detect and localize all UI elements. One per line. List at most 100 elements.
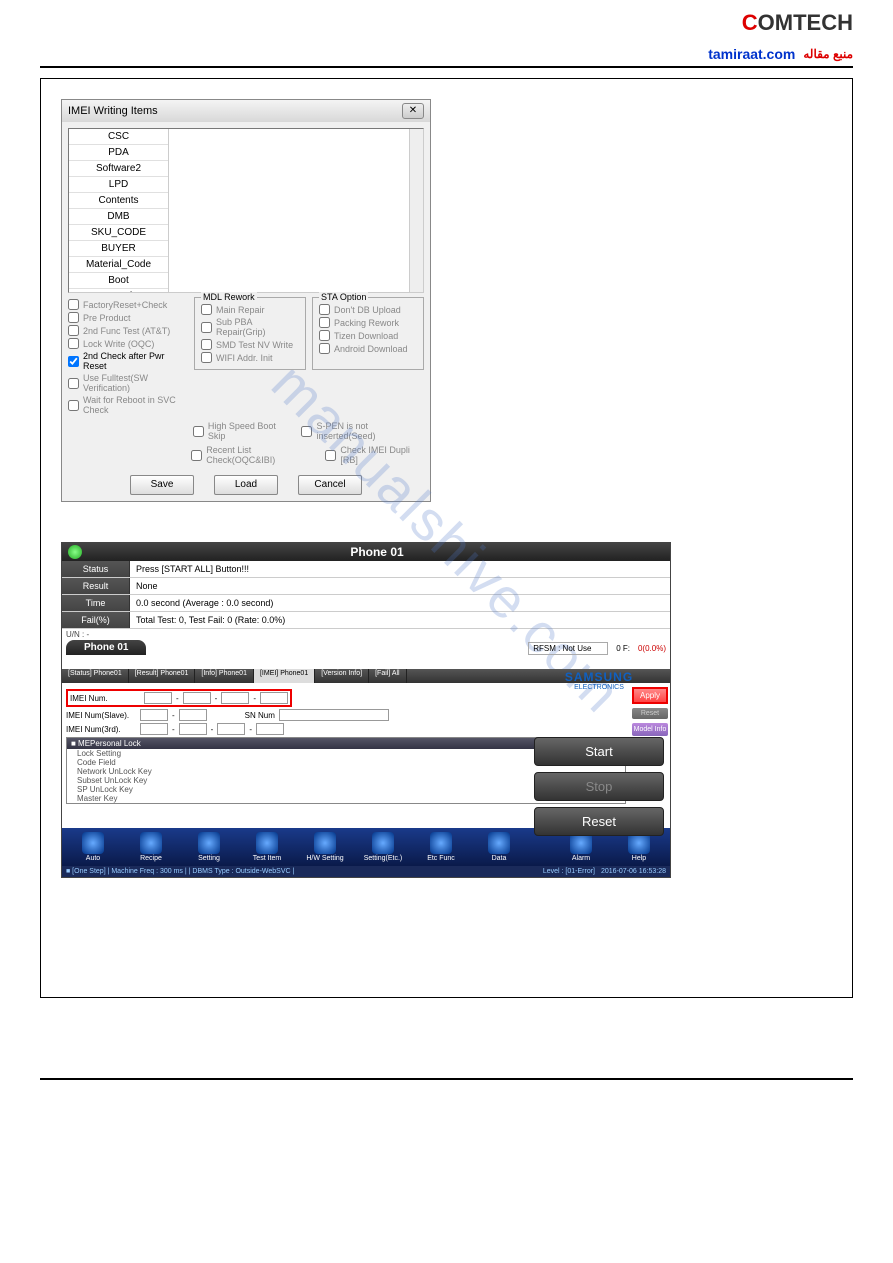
tool-button[interactable]: Setting — [182, 832, 236, 862]
sta-check[interactable] — [319, 330, 330, 341]
check-imei-dupli-label: Check IMEI Dupli [RB] — [340, 445, 424, 465]
subtab[interactable]: [Result] Phone01 — [129, 669, 196, 683]
list-item[interactable]: Material_Code — [69, 257, 168, 273]
list-item[interactable]: Boot — [69, 273, 168, 289]
phone-tool-window: Phone 01 StatusPress [START ALL] Button!… — [61, 542, 671, 878]
option-check[interactable] — [68, 338, 79, 349]
option-label: Lock Write (OQC) — [83, 339, 154, 349]
imei-input-2[interactable] — [183, 692, 211, 704]
info-value: Total Test: 0, Test Fail: 0 (Rate: 0.0%) — [130, 612, 670, 628]
list-item[interactable]: Contents — [69, 193, 168, 209]
check-imei-dupli-check[interactable] — [325, 450, 336, 461]
list-item[interactable]: SKU_CODE — [69, 225, 168, 241]
tool-button[interactable]: Help — [612, 832, 666, 862]
tool-label: Auto — [66, 855, 120, 862]
list-item[interactable]: LPD — [69, 177, 168, 193]
tool-button[interactable]: H/W Setting — [298, 832, 352, 862]
mdl-check[interactable] — [201, 304, 212, 315]
imei-3rd-4[interactable] — [256, 723, 284, 735]
spen-not-inserted-label: S-PEN is not inserted(Seed) — [316, 421, 424, 441]
tool-label: Alarm — [554, 855, 608, 862]
option-check[interactable] — [68, 325, 79, 336]
sn-input[interactable] — [279, 709, 389, 721]
list-item[interactable]: Software2 — [69, 161, 168, 177]
subtab[interactable]: [Info] Phone01 — [195, 669, 254, 683]
subtab[interactable]: [Version Info] — [315, 669, 369, 683]
info-label: Status — [62, 561, 130, 577]
tool-label: Data — [472, 855, 526, 862]
subtab[interactable]: [IMEI] Phone01 — [254, 669, 315, 683]
tool-button[interactable]: Data — [472, 832, 526, 862]
subtab[interactable]: [Fail] All — [369, 669, 407, 683]
tool-button[interactable]: Recipe — [124, 832, 178, 862]
scrollbar[interactable] — [409, 129, 423, 292]
close-button[interactable]: ✕ — [402, 103, 424, 119]
samsung-logo: SAMSUNG — [534, 670, 664, 684]
phone-tab[interactable]: Phone 01 — [66, 640, 146, 655]
status-time: 2016-07-06 16:53:28 — [601, 868, 666, 875]
imei-slave-1[interactable] — [140, 709, 168, 721]
high-speed-boot-skip-check[interactable] — [193, 426, 204, 437]
imei-3rd-1[interactable] — [140, 723, 168, 735]
option-label: FactoryReset+Check — [83, 300, 167, 310]
option-check[interactable] — [68, 378, 79, 389]
option-check[interactable] — [68, 299, 79, 310]
imei-input-3[interactable] — [221, 692, 249, 704]
recent-list-check[interactable] — [191, 450, 202, 461]
f-value: 0(0.0%) — [638, 644, 666, 653]
tool-icon — [140, 832, 162, 854]
info-label: Fail(%) — [62, 612, 130, 628]
items-listbox[interactable]: CSCPDASoftware2LPDContentsDMBSKU_CODEBUY… — [68, 128, 424, 293]
tool-label: Setting(Etc.) — [356, 855, 410, 862]
rfsm-select[interactable]: RFSM : Not Use — [528, 642, 608, 655]
imei-input-1[interactable] — [144, 692, 172, 704]
tool-button[interactable]: Etc Func — [414, 832, 468, 862]
option-check[interactable] — [68, 356, 79, 367]
tool-label: Recipe — [124, 855, 178, 862]
spen-not-inserted-check[interactable] — [301, 426, 312, 437]
option-check[interactable] — [68, 312, 79, 323]
imei-3rd-2[interactable] — [179, 723, 207, 735]
tool-button[interactable]: Auto — [66, 832, 120, 862]
imei-input-4[interactable] — [260, 692, 288, 704]
tool-icon — [256, 832, 278, 854]
content-frame: IMEI Writing Items ✕ CSCPDASoftware2LPDC… — [40, 78, 853, 998]
status-indicator-icon — [68, 545, 82, 559]
cancel-button[interactable]: Cancel — [298, 475, 362, 495]
option-label: Use Fulltest(SW Verification) — [83, 373, 188, 393]
list-item[interactable]: DMB — [69, 209, 168, 225]
sta-label: Tizen Download — [334, 331, 398, 341]
list-item[interactable]: BUYER — [69, 241, 168, 257]
start-button[interactable]: Start — [534, 737, 664, 766]
f-label: 0 F: — [616, 644, 630, 653]
list-item[interactable]: CSC — [69, 129, 168, 145]
imei-num-label: IMEI Num. — [70, 694, 140, 703]
stop-button[interactable]: Stop — [534, 772, 664, 801]
sn-num-label: SN Num — [245, 711, 275, 720]
tool-button[interactable]: Setting(Etc.) — [356, 832, 410, 862]
sta-check[interactable] — [319, 343, 330, 354]
subtab[interactable]: [Status] Phone01 — [62, 669, 129, 683]
sta-check[interactable] — [319, 304, 330, 315]
load-button[interactable]: Load — [214, 475, 278, 495]
mdl-check[interactable] — [201, 352, 212, 363]
sta-check[interactable] — [319, 317, 330, 328]
mdl-check[interactable] — [201, 339, 212, 350]
list-item[interactable]: PDA — [69, 145, 168, 161]
logo: COMTECH — [742, 10, 853, 36]
tool-button[interactable]: Alarm — [554, 832, 608, 862]
samsung-sub: ELECTRONICS — [534, 684, 664, 691]
mdl-check[interactable] — [201, 322, 212, 333]
list-item[interactable]: Factory Software — [69, 289, 168, 292]
mdl-label: WIFI Addr. Init — [216, 353, 273, 363]
tool-label: H/W Setting — [298, 855, 352, 862]
save-button[interactable]: Save — [130, 475, 194, 495]
tamiraat-link[interactable]: tamiraat.com — [708, 46, 795, 62]
dialog-title: IMEI Writing Items — [68, 105, 158, 117]
tool-button[interactable]: Test Item — [240, 832, 294, 862]
imei-3rd-3[interactable] — [217, 723, 245, 735]
imei-slave-2[interactable] — [179, 709, 207, 721]
option-check[interactable] — [68, 400, 79, 411]
sta-label: Don't DB Upload — [334, 305, 401, 315]
reset-button[interactable]: Reset — [534, 807, 664, 836]
